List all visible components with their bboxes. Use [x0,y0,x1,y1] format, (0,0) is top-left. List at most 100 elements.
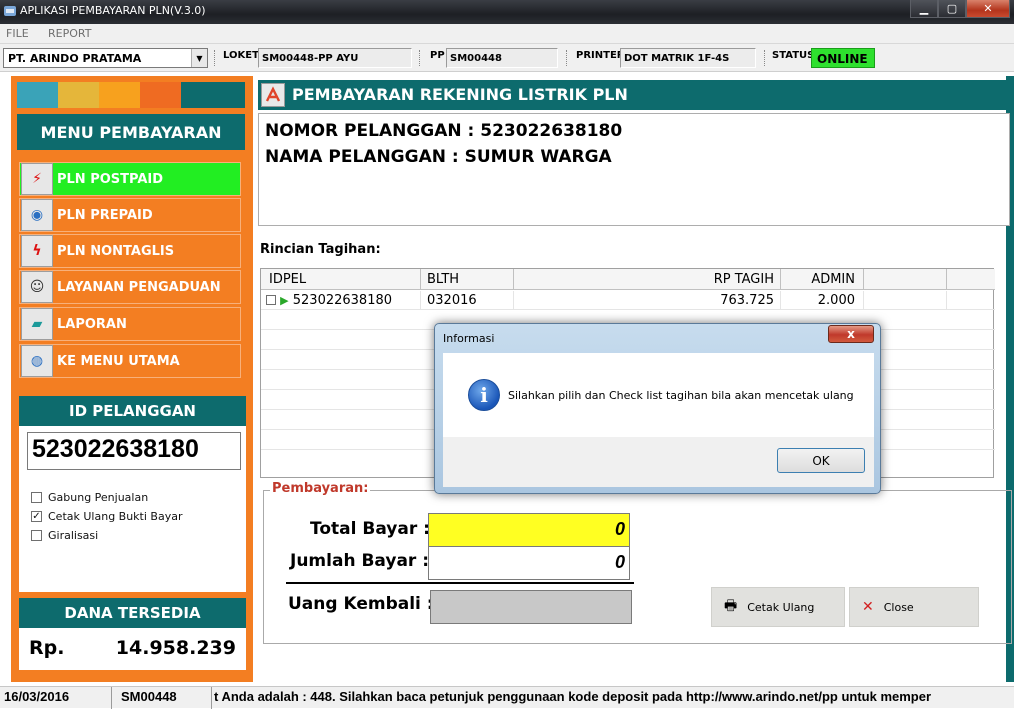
dialog-close-icon[interactable]: x [828,325,874,343]
menu-item-layanan-pengaduan[interactable]: ☺ LAYANAN PENGADUAN [19,270,241,304]
report-book-icon: ▰ [21,308,53,340]
dana-currency: Rp. [29,637,65,659]
app-icon [4,6,16,16]
page-title: PEMBAYARAN REKENING LISTRIK PLN [292,85,628,104]
menu-item-label: LAYANAN PENGADUAN [57,279,221,295]
total-bayar-label: Total Bayar : [310,519,430,539]
cetak-ulang-option[interactable]: ✓ Cetak Ulang Bukti Bayar [31,510,182,523]
dana-tersedia-box: Rp. 14.958.239 [19,628,246,670]
color-block [17,82,58,108]
bolt-document-icon: ϟ [21,235,53,267]
gabung-penjualan-option[interactable]: Gabung Penjualan [31,491,148,504]
divider [566,50,567,66]
option-label: Gabung Penjualan [48,491,149,504]
cell-blth: 032016 [421,291,514,310]
nama-pelanggan: NAMA PELANGGAN : SUMUR WARGA [265,147,612,167]
close-label: Close [883,600,914,614]
menu-item-laporan[interactable]: ▰ LAPORAN [19,307,241,341]
cell-blank [864,291,947,310]
menu-bar: FILE REPORT [0,24,1014,44]
cell-rp-tagih: 763.725 [514,291,781,310]
close-button[interactable]: ✕ Close [849,587,979,627]
info-icon: i [468,379,500,411]
rincian-tagihan-label: Rincian Tagihan: [260,242,381,257]
maximize-icon[interactable]: ▢ [938,0,966,18]
gabung-penjualan-checkbox[interactable] [31,492,42,503]
chevron-down-icon[interactable]: ▼ [191,49,207,67]
company-select[interactable]: PT. ARINDO PRATAMA ▼ [3,48,208,68]
loket-label: LOKET [223,50,259,61]
color-block [58,82,99,108]
color-block [140,82,181,108]
dialog-footer: OK [443,437,874,487]
company-select-value: PT. ARINDO PRATAMA [8,52,142,65]
color-block [181,82,245,108]
dana-tersedia-title: DANA TERSEDIA [19,598,246,628]
minimize-icon[interactable]: ▁ [910,0,938,18]
loket-value: SM00448-PP AYU [258,48,412,68]
dana-amount: 14.958.239 [115,637,236,659]
menu-item-pln-nontaglis[interactable]: ϟ PLN NONTAGLIS [19,234,241,268]
close-window-icon[interactable]: ✕ [966,0,1010,18]
pembayaran-legend: Pembayaran: [270,481,371,496]
ok-button[interactable]: OK [777,448,865,473]
row-idpel: 523022638180 [292,293,393,308]
menu-title: MENU PEMBAYARAN [17,114,245,150]
cell-admin: 2.000 [781,291,864,310]
info-bar: PT. ARINDO PRATAMA ▼ LOKET SM00448-PP AY… [0,44,1014,72]
id-pelanggan-section: ID PELANGGAN 523022638180 Gabung Penjual… [19,396,246,592]
giralisasi-checkbox[interactable] [31,530,42,541]
menu-item-ke-menu-utama[interactable]: ◍ KE MENU UTAMA [19,344,241,378]
lightning-icon: ⚡ [21,163,53,195]
sum-divider-line [286,582,634,584]
giralisasi-option[interactable]: Giralisasi [31,529,98,542]
column-header-idpel[interactable]: IDPEL [261,269,421,290]
id-pelanggan-input[interactable]: 523022638180 [27,432,241,470]
jumlah-bayar-input[interactable]: 0 [428,546,630,580]
status-label: STATUS [772,50,815,61]
color-strip [17,82,245,108]
globe-icon: ◉ [21,199,53,231]
informasi-dialog: Informasi x i Silahkan pilih dan Check l… [434,323,881,494]
menu-file[interactable]: FILE [6,27,29,40]
status-message-marquee: t Anda adalah : 448. Silahkan baca petun… [214,689,932,704]
printer-label: PRINTER [576,50,625,61]
pln-logo-icon [261,83,285,107]
status-user: SM00448 [112,687,212,709]
cell-idpel: ▶ 523022638180 [261,291,421,310]
people-icon: ☺ [21,271,53,303]
menu-item-pln-postpaid[interactable]: ⚡ PLN POSTPAID [19,162,241,196]
menu-item-label: PLN NONTAGLIS [57,243,175,259]
cetak-ulang-checkbox[interactable]: ✓ [31,511,42,522]
left-panel: MENU PEMBAYARAN ⚡ PLN POSTPAID ◉ PLN PRE… [11,76,253,682]
divider [214,50,215,66]
menu-item-label: PLN POSTPAID [57,171,164,187]
table-row[interactable]: ▶ 523022638180 032016 763.725 2.000 [261,291,995,310]
menu-report[interactable]: REPORT [48,27,91,40]
menu-item-pln-prepaid[interactable]: ◉ PLN PREPAID [19,198,241,232]
nomor-pelanggan: NOMOR PELANGGAN : 523022638180 [265,121,623,141]
uang-kembali-field [430,590,632,624]
pp-label: PP [430,50,445,61]
cetak-ulang-label: Cetak Ulang [747,600,815,614]
printer-value: DOT MATRIK 1F-4S [620,48,756,68]
status-badge: ONLINE [811,48,875,68]
window-controls: ▁ ▢ ✕ [910,0,1010,18]
table-header: IDPEL BLTH RP TAGIH ADMIN [261,269,995,290]
option-label: Cetak Ulang Bukti Bayar [48,510,183,523]
row-pointer-icon: ▶ [280,294,289,307]
customer-info-box: NOMOR PELANGGAN : 523022638180 NAMA PELA… [258,113,1010,226]
row-checkbox[interactable] [266,295,276,305]
total-bayar-field: 0 [428,513,630,547]
column-header-rp-tagih[interactable]: RP TAGIH [514,269,781,290]
menu-item-label: KE MENU UTAMA [57,353,180,369]
title-bar: APLIKASI PEMBAYARAN PLN(V.3.0) ▁ ▢ ✕ [0,0,1014,24]
column-header-admin[interactable]: ADMIN [781,269,864,290]
id-pelanggan-title: ID PELANGGAN [19,396,246,426]
cetak-ulang-button[interactable]: 🖶 Cetak Ulang [711,587,845,627]
close-x-icon: ✕ [862,599,874,615]
dialog-title: Informasi [443,332,495,345]
jumlah-bayar-label: Jumlah Bayar : [290,551,430,571]
column-header-blth[interactable]: BLTH [421,269,514,290]
color-block [99,82,140,108]
